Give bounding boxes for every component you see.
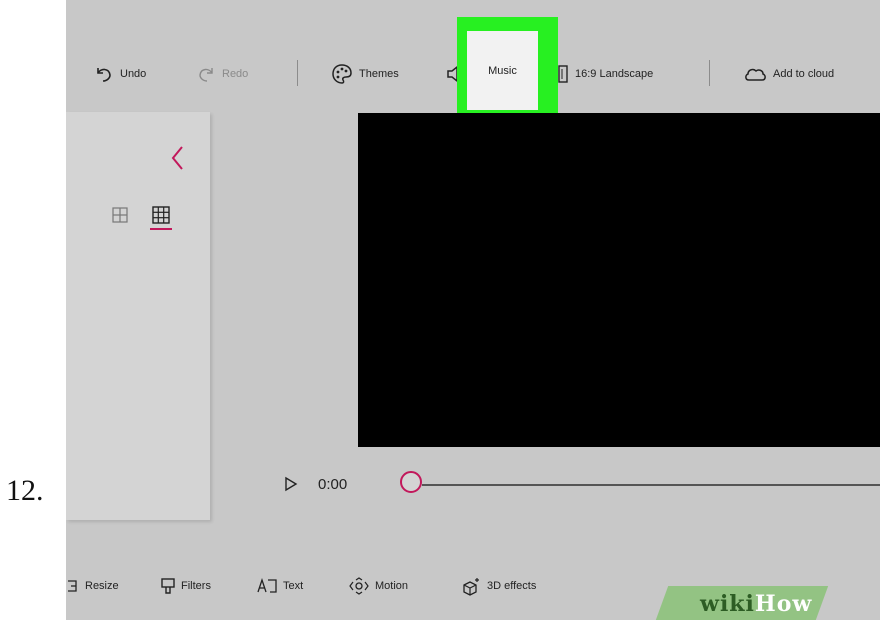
motion-label: Motion — [375, 580, 409, 592]
resize-button[interactable]: Resize — [66, 576, 119, 596]
aspect-ratio-label: 16:9 Landscape — [575, 68, 654, 80]
playback-time: 0:00 — [318, 476, 348, 493]
undo-label: Undo — [120, 68, 147, 80]
aspect-ratio-button[interactable]: 16:9 Landscape — [557, 62, 653, 86]
grid-small-icon[interactable] — [112, 207, 128, 223]
redo-button[interactable]: Redo — [196, 62, 248, 86]
undo-icon — [97, 68, 111, 82]
redo-icon — [199, 68, 213, 82]
wikihow-watermark: wikiHow — [700, 591, 812, 617]
watermark-how: How — [754, 591, 813, 617]
redo-label: Redo — [222, 68, 249, 80]
cloud-icon — [745, 68, 766, 81]
music-label: Music — [488, 64, 517, 77]
undo-button[interactable]: Undo — [94, 62, 146, 86]
resize-icon — [68, 580, 77, 592]
motion-button[interactable]: Motion — [348, 576, 408, 596]
text-label: Text — [283, 580, 304, 592]
watermark-wiki: wiki — [700, 591, 755, 617]
motion-icon — [349, 577, 369, 595]
filters-label: Filters — [181, 580, 211, 592]
cloud-label: Add to cloud — [773, 68, 835, 80]
timeline-scrubber[interactable] — [400, 471, 422, 493]
palette-icon — [332, 64, 352, 84]
video-editor-window: Undo Redo Themes 16:9 Landscape Add to c… — [66, 0, 880, 620]
chevron-left-icon[interactable] — [170, 145, 184, 171]
filters-button[interactable]: Filters — [160, 576, 211, 596]
grid-large-icon[interactable] — [152, 206, 170, 224]
video-preview — [358, 113, 880, 447]
text-icon — [257, 577, 277, 593]
view-selected-underline — [150, 228, 172, 230]
project-library-panel — [66, 112, 210, 520]
aspect-ratio-icon — [558, 65, 568, 83]
step-number: 12. — [6, 474, 44, 507]
text-button[interactable]: Text — [256, 576, 303, 596]
themes-label: Themes — [359, 68, 399, 80]
themes-button[interactable]: Themes — [331, 62, 399, 86]
3d-effects-label: 3D effects — [487, 580, 537, 592]
3d-effects-button[interactable]: 3D effects — [460, 576, 536, 596]
resize-label: Resize — [85, 580, 119, 592]
timeline-track[interactable] — [422, 484, 880, 486]
play-icon[interactable] — [284, 476, 298, 492]
music-button[interactable]: Music — [467, 31, 538, 110]
toolbar-divider-2 — [709, 60, 710, 86]
3d-effects-icon — [463, 578, 479, 596]
toolbar-divider — [297, 60, 298, 86]
filters-icon — [161, 578, 175, 594]
music-highlight-box: Music — [457, 17, 558, 128]
add-to-cloud-button[interactable]: Add to cloud — [743, 62, 834, 86]
